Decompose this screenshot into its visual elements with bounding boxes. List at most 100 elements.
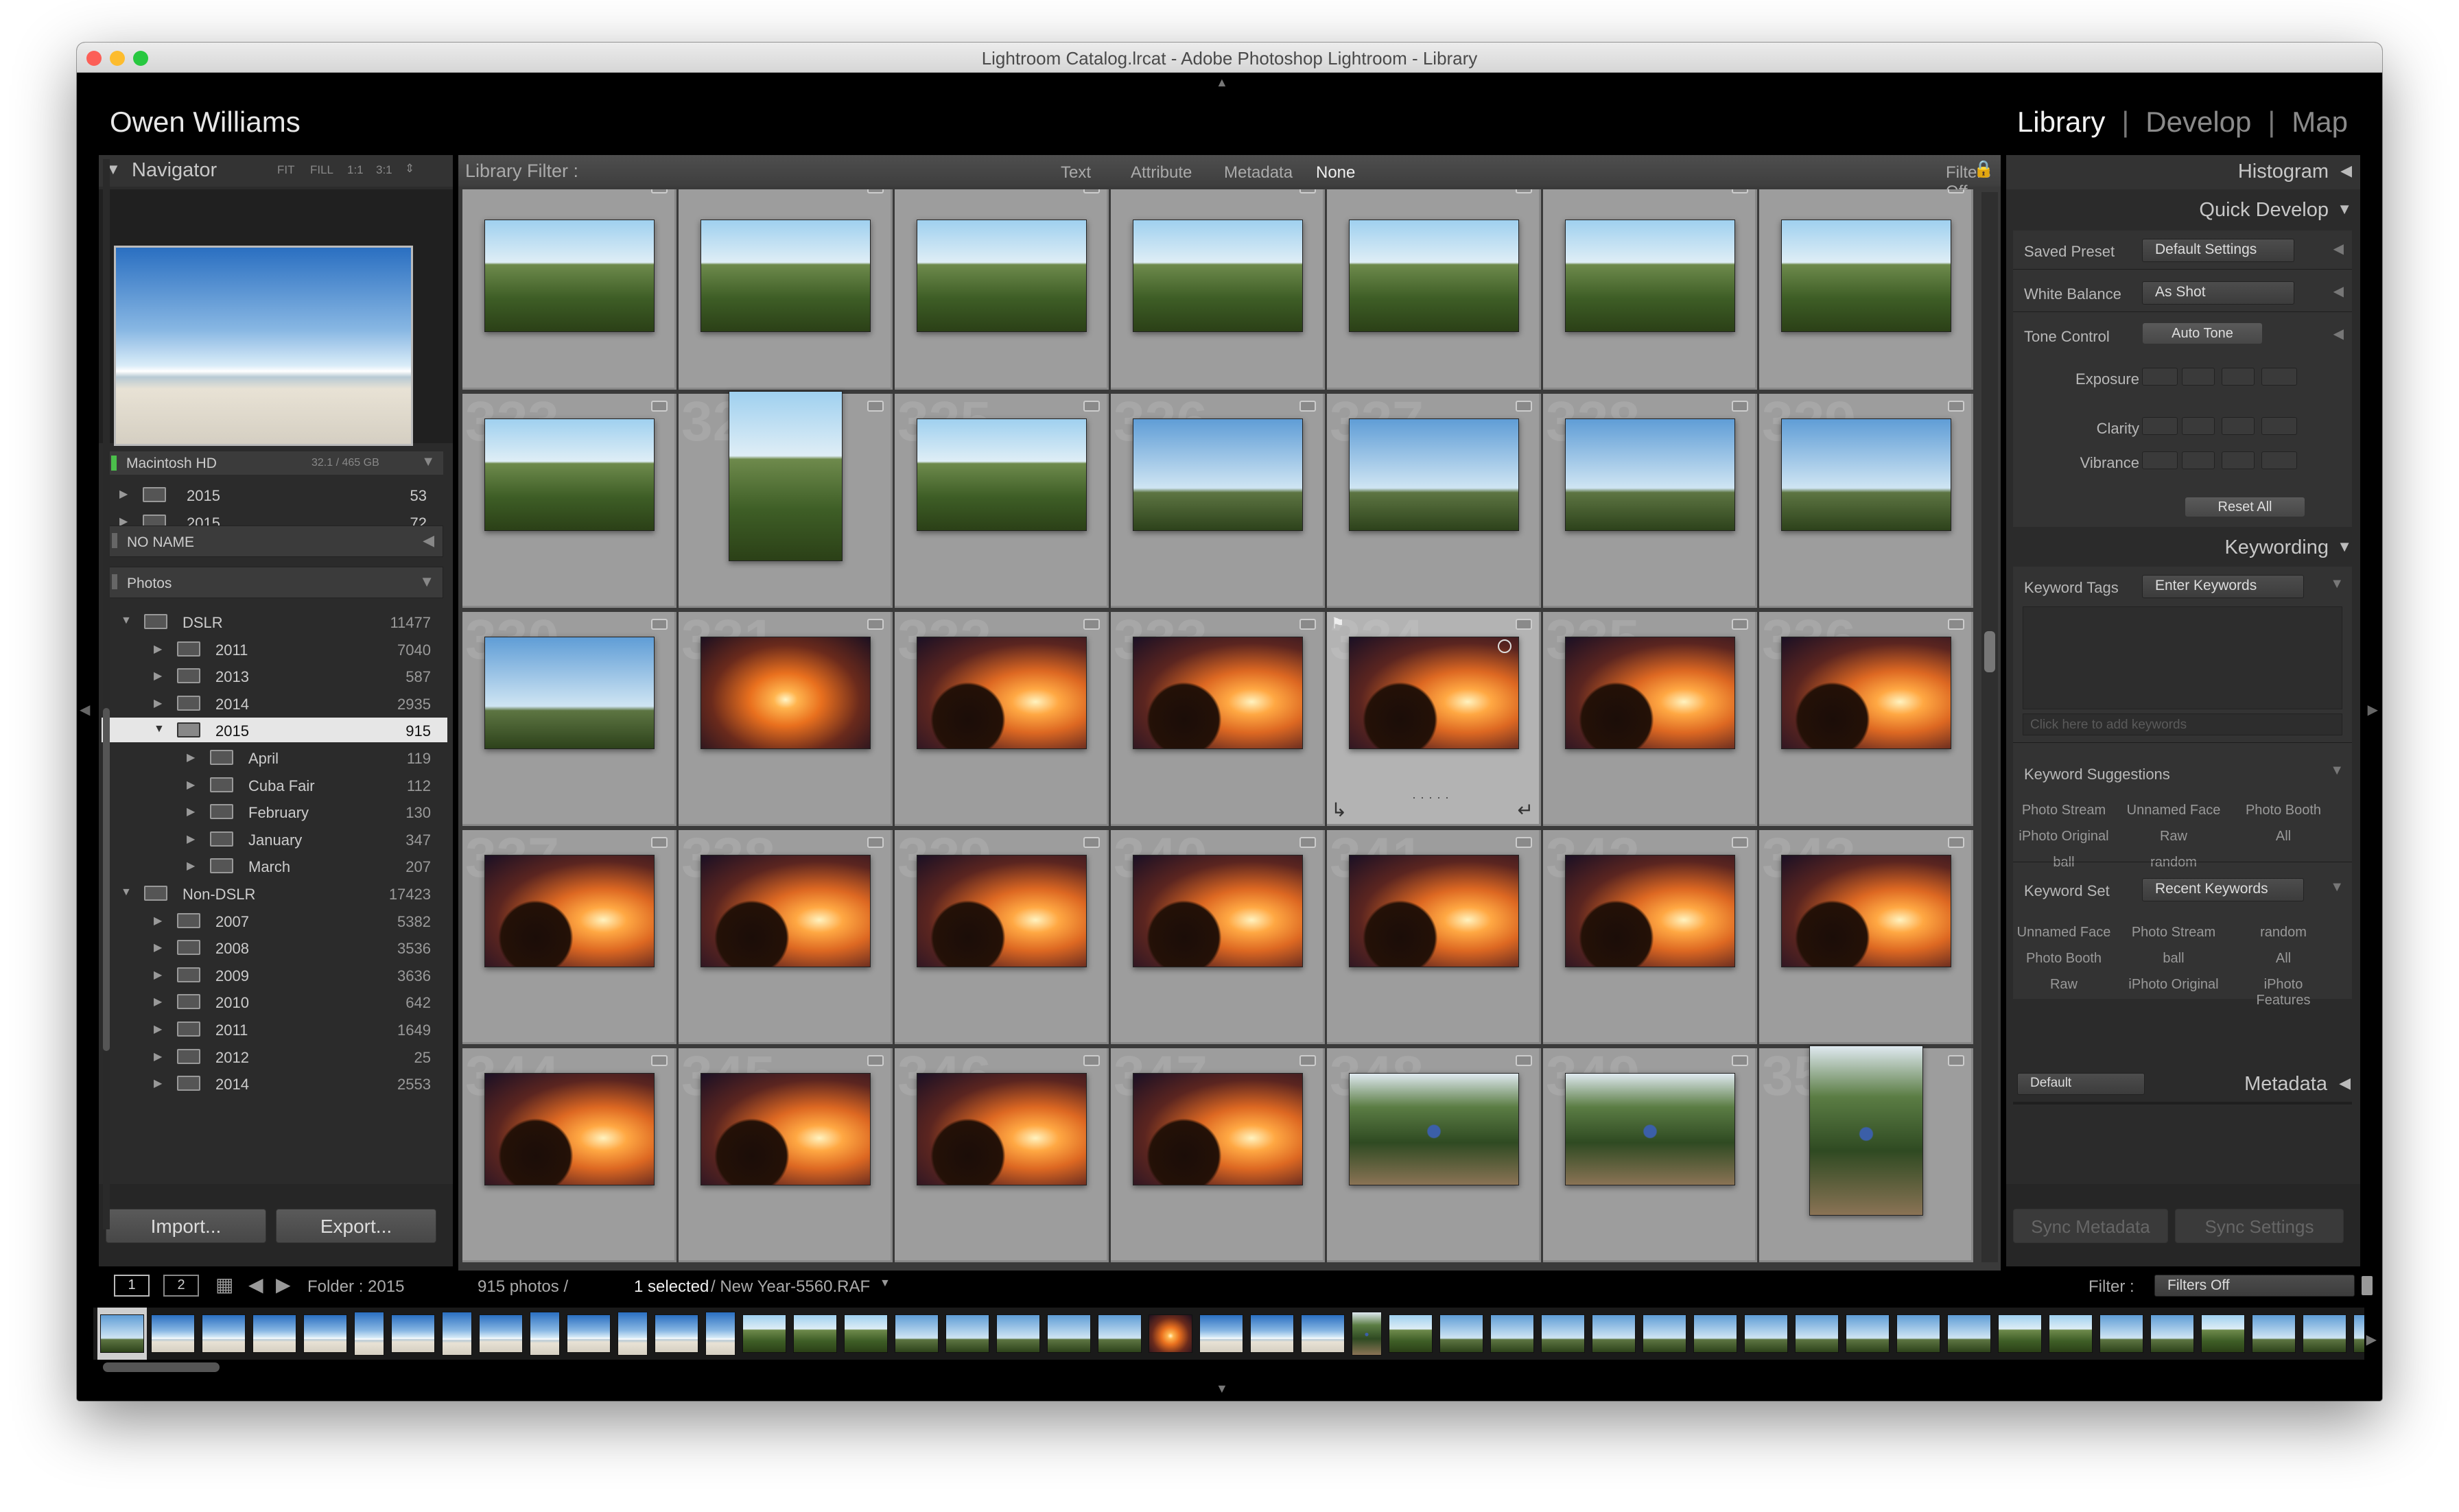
badge-icon[interactable]: [867, 619, 884, 630]
zoom-1-1[interactable]: 1:1: [347, 163, 364, 177]
grid-cell[interactable]: 327: [1327, 390, 1541, 608]
folder-row[interactable]: ▶ 2007 5382: [102, 908, 447, 933]
photo-thumbnail[interactable]: [1349, 855, 1519, 967]
volume-photos[interactable]: Photos ▼: [106, 567, 443, 598]
filmstrip-thumbnail[interactable]: [1197, 1308, 1246, 1360]
quick-collection-icon[interactable]: [1498, 639, 1511, 653]
keyword-set-item[interactable]: Raw: [2016, 977, 2112, 993]
filmstrip-thumbnail[interactable]: [1146, 1308, 1195, 1360]
filmstrip-thumbnail[interactable]: [1095, 1308, 1144, 1360]
rotate-right-icon[interactable]: ↵: [1518, 799, 1533, 821]
filmstrip-scrollbar[interactable]: [103, 1362, 220, 1372]
filmstrip-thumbnail[interactable]: [97, 1308, 147, 1360]
filmstrip-image[interactable]: [442, 1312, 472, 1356]
photo-thumbnail[interactable]: [484, 418, 655, 531]
filmstrip-image[interactable]: [1439, 1314, 1483, 1353]
collapse-down-icon[interactable]: ▼: [2330, 763, 2344, 779]
badge-icon[interactable]: [1732, 619, 1748, 630]
filmstrip-image[interactable]: [1846, 1314, 1890, 1353]
keyword-suggestion[interactable]: All: [2235, 829, 2331, 844]
filmstrip-thumbnail[interactable]: [301, 1308, 350, 1360]
filmstrip-thumbnail[interactable]: [388, 1308, 438, 1360]
filmstrip-image[interactable]: [617, 1312, 648, 1356]
adjust-stepper-button[interactable]: [2182, 451, 2215, 469]
badge-icon[interactable]: [1948, 189, 1964, 193]
disclosure-icon[interactable]: ▶: [187, 778, 195, 792]
filmstrip-image[interactable]: [479, 1314, 523, 1353]
photo-thumbnail[interactable]: [1565, 220, 1735, 332]
grid-cell[interactable]: 347: [1111, 1045, 1325, 1262]
badge-icon[interactable]: [1732, 837, 1748, 848]
filmstrip-thumbnail[interactable]: [841, 1308, 891, 1360]
filmstrip-thumbnail[interactable]: [2198, 1308, 2248, 1360]
badge-icon[interactable]: [1083, 619, 1100, 630]
adjust-stepper-button[interactable]: [2142, 417, 2178, 435]
filmstrip-thumbnail[interactable]: [2148, 1308, 2197, 1360]
flag-icon[interactable]: ⚑: [1331, 615, 1345, 633]
badge-icon[interactable]: [1516, 1055, 1532, 1066]
grid-cell[interactable]: 343: [1759, 827, 1973, 1044]
saved-preset-select[interactable]: Default Settings: [2142, 239, 2294, 262]
filmstrip-image[interactable]: [1047, 1314, 1091, 1353]
photo-thumbnail[interactable]: [484, 220, 655, 332]
grid-cell[interactable]: 331: [679, 609, 893, 826]
badge-icon[interactable]: [1083, 401, 1100, 412]
filmstrip-thumbnail[interactable]: [1349, 1308, 1385, 1360]
filmstrip-thumbnail[interactable]: [790, 1308, 840, 1360]
adjust-stepper-button[interactable]: [2261, 368, 2297, 386]
filter-text[interactable]: Text: [1061, 163, 1091, 182]
filmstrip-image[interactable]: [1541, 1314, 1585, 1353]
filmstrip-image[interactable]: [1592, 1314, 1636, 1353]
folder-row[interactable]: ▼ DSLR 11477: [102, 609, 447, 634]
filmstrip-thumbnail[interactable]: [1944, 1308, 1994, 1360]
module-library[interactable]: Library: [2017, 106, 2105, 139]
volume-toggle-icon[interactable]: ▼: [421, 454, 435, 470]
keyword-suggestion[interactable]: Unnamed Face: [2126, 803, 2222, 818]
filmstrip-thumbnail[interactable]: [652, 1308, 701, 1360]
badge-icon[interactable]: [867, 189, 884, 193]
grid-cell[interactable]: 336: [1759, 609, 1973, 826]
badge-icon[interactable]: [1516, 837, 1532, 848]
disclosure-icon[interactable]: ▶: [154, 1076, 162, 1090]
keyword-set-item[interactable]: Unnamed Face: [2016, 925, 2112, 941]
badge-icon[interactable]: [1948, 619, 1964, 630]
filmstrip-thumbnail[interactable]: [892, 1308, 941, 1360]
photo-thumbnail[interactable]: [1781, 637, 1951, 749]
disclosure-icon[interactable]: ▶: [187, 859, 195, 873]
grid-cell[interactable]: 326: [1111, 390, 1325, 608]
photo-thumbnail[interactable]: [917, 1073, 1087, 1185]
filmstrip-image[interactable]: [1199, 1314, 1243, 1353]
badge-icon[interactable]: [867, 837, 884, 848]
photo-thumbnail[interactable]: [1565, 855, 1735, 967]
filmstrip-thumbnail[interactable]: [615, 1308, 650, 1360]
sync-settings-button[interactable]: Sync Settings: [2175, 1209, 2344, 1243]
keyword-set-item[interactable]: iPhoto Features: [2235, 977, 2331, 1008]
filmstrip-thumbnail[interactable]: [2249, 1308, 2298, 1360]
filmstrip-thumbnail[interactable]: [2351, 1308, 2364, 1360]
filmstrip-thumbnail[interactable]: [476, 1308, 526, 1360]
badge-icon[interactable]: [1299, 1055, 1316, 1066]
filmstrip-image[interactable]: [2049, 1314, 2093, 1353]
filmstrip-image[interactable]: [2353, 1314, 2364, 1353]
filmstrip-thumbnail[interactable]: [1589, 1308, 1638, 1360]
filmstrip-thumbnail[interactable]: [1538, 1308, 1588, 1360]
photo-thumbnail[interactable]: [917, 637, 1087, 749]
grid-cell[interactable]: 333: [1111, 609, 1325, 826]
photo-thumbnail[interactable]: [917, 418, 1087, 531]
white-balance-select[interactable]: As Shot: [2142, 281, 2294, 305]
filmstrip-thumbnail[interactable]: [2046, 1308, 2095, 1360]
badge-icon[interactable]: [1299, 619, 1316, 630]
disclosure-icon[interactable]: ▶: [154, 968, 162, 982]
grid-scrollbar[interactable]: [1981, 192, 1998, 1262]
keyword-suggestion[interactable]: iPhoto Original: [2016, 829, 2112, 844]
filmstrip-thumbnail[interactable]: [2300, 1308, 2349, 1360]
adjust-stepper-button[interactable]: [2142, 451, 2178, 469]
grid-cell[interactable]: 323: [462, 390, 676, 608]
module-map[interactable]: Map: [2292, 106, 2348, 139]
grid-cell[interactable]: 330: [462, 609, 676, 826]
adjust-stepper-button[interactable]: [2261, 417, 2297, 435]
adjust-stepper-button[interactable]: [2222, 368, 2255, 386]
disclosure-icon[interactable]: ▶: [154, 1022, 162, 1036]
grid-cell[interactable]: 345: [679, 1045, 893, 1262]
auto-tone-button[interactable]: Auto Tone: [2142, 322, 2263, 344]
